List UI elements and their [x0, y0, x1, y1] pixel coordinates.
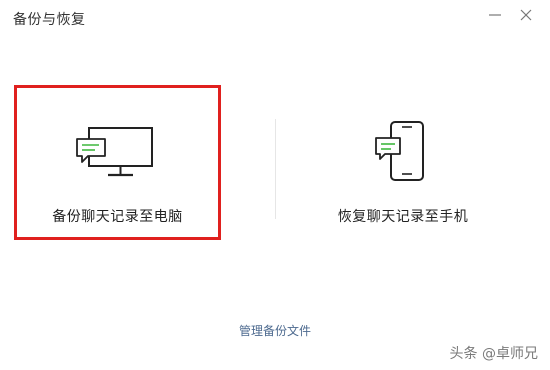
backup-to-pc-label: 备份聊天记录至电脑 — [52, 209, 183, 225]
window-title: 备份与恢复 — [13, 12, 86, 28]
computer-with-chat-icon — [75, 127, 153, 177]
restore-to-phone-option[interactable]: 恢复聊天记录至手机 — [278, 85, 528, 240]
close-icon — [520, 9, 532, 21]
phone-with-chat-icon — [375, 121, 424, 181]
minimize-icon — [489, 14, 501, 16]
backup-restore-window: 备份与恢复 备份聊天记录至电脑 恢复聊天记录至手机 管理备份文件 头条 @卓师兄 — [0, 0, 550, 370]
minimize-button[interactable] — [486, 6, 504, 24]
manage-backup-files-link[interactable]: 管理备份文件 — [0, 322, 550, 339]
backup-to-pc-option[interactable]: 备份聊天记录至电脑 — [14, 85, 221, 240]
options-divider — [275, 119, 276, 219]
watermark-text: 头条 @卓师兄 — [449, 346, 538, 362]
restore-to-phone-label: 恢复聊天记录至手机 — [337, 209, 469, 225]
close-button[interactable] — [517, 6, 535, 24]
